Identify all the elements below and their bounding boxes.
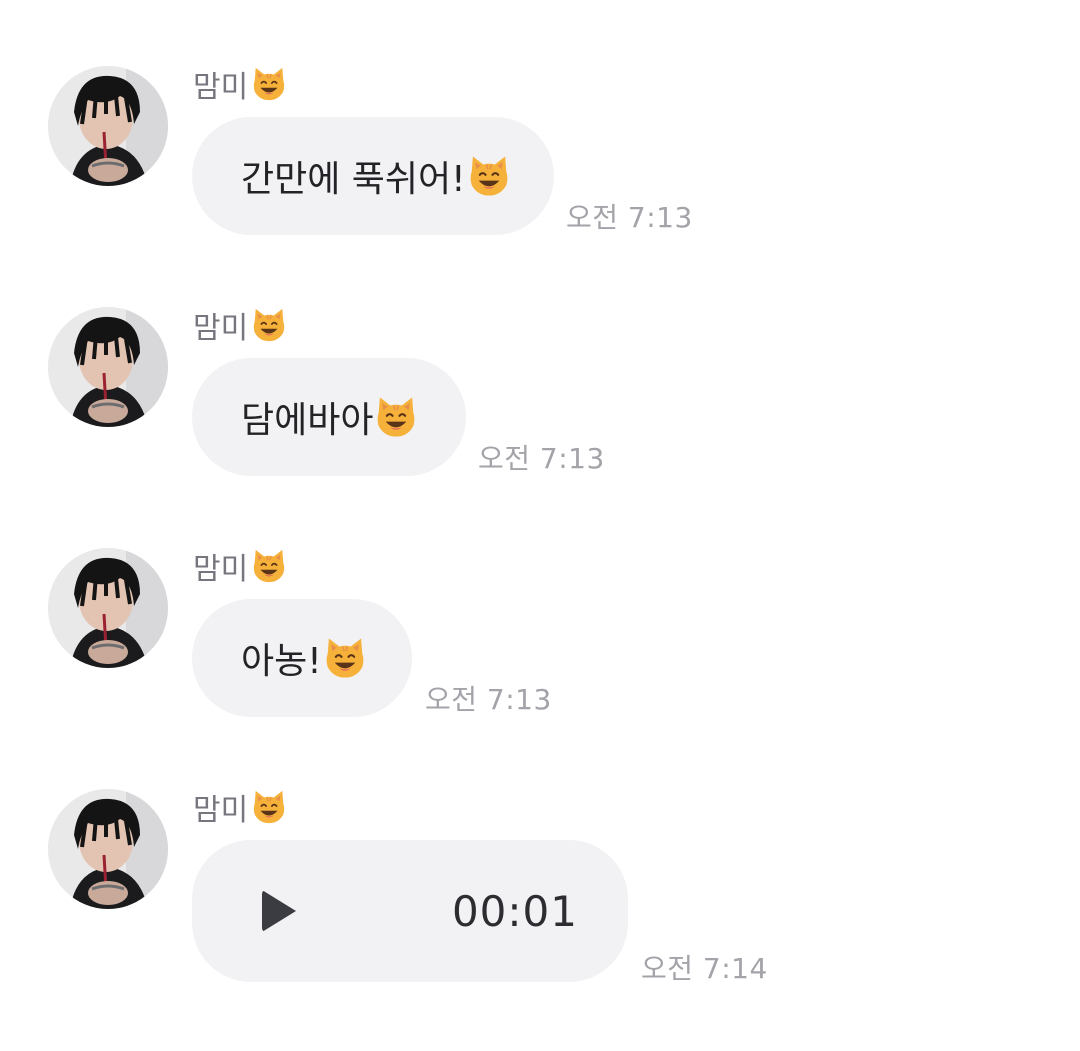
avatar[interactable] [48, 66, 168, 186]
message-text-content: 아농! [241, 641, 322, 682]
grinning-cat-emoji [254, 549, 285, 583]
message-bubble[interactable]: 간만에 푹쉬어! [192, 117, 554, 235]
grinning-cat-emoji [326, 638, 364, 678]
avatar[interactable] [48, 548, 168, 668]
grinning-cat-emoji [378, 397, 415, 437]
message-text: 담에바아 [241, 391, 419, 443]
grinning-cat-emoji [254, 308, 285, 342]
sender-name: 맘미 [193, 787, 288, 828]
grinning-cat-emoji [254, 790, 285, 824]
grinning-cat-emoji [470, 156, 508, 196]
avatar[interactable] [48, 307, 168, 427]
message-bubble[interactable]: 담에바아 [192, 358, 466, 476]
message-time: 오전 7:13 [478, 442, 605, 475]
message-time: 오전 7:13 [566, 201, 693, 234]
message-text: 아농! [241, 632, 368, 684]
message-text-content: 간만에 푹쉬어! [241, 159, 466, 200]
sender-name: 맘미 [193, 305, 288, 346]
sender-name-text: 맘미 [193, 552, 249, 587]
message-bubble[interactable]: 아농! [192, 599, 412, 717]
voice-message-bubble[interactable]: 00:01 [192, 840, 628, 982]
sender-name-text: 맘미 [193, 70, 249, 105]
voice-duration: 00:01 [451, 886, 578, 936]
message-text-content: 담에바아 [241, 400, 374, 441]
message-time: 오전 7:14 [641, 952, 768, 985]
sender-name: 맘미 [193, 546, 288, 587]
sender-name-text: 맘미 [193, 311, 249, 346]
grinning-cat-emoji [254, 67, 285, 101]
play-icon[interactable] [262, 890, 296, 932]
message-time: 오전 7:13 [425, 683, 552, 716]
avatar[interactable] [48, 789, 168, 909]
sender-name-text: 맘미 [193, 793, 249, 828]
sender-name: 맘미 [193, 64, 288, 105]
message-text: 간만에 푹쉬어! [241, 150, 512, 202]
